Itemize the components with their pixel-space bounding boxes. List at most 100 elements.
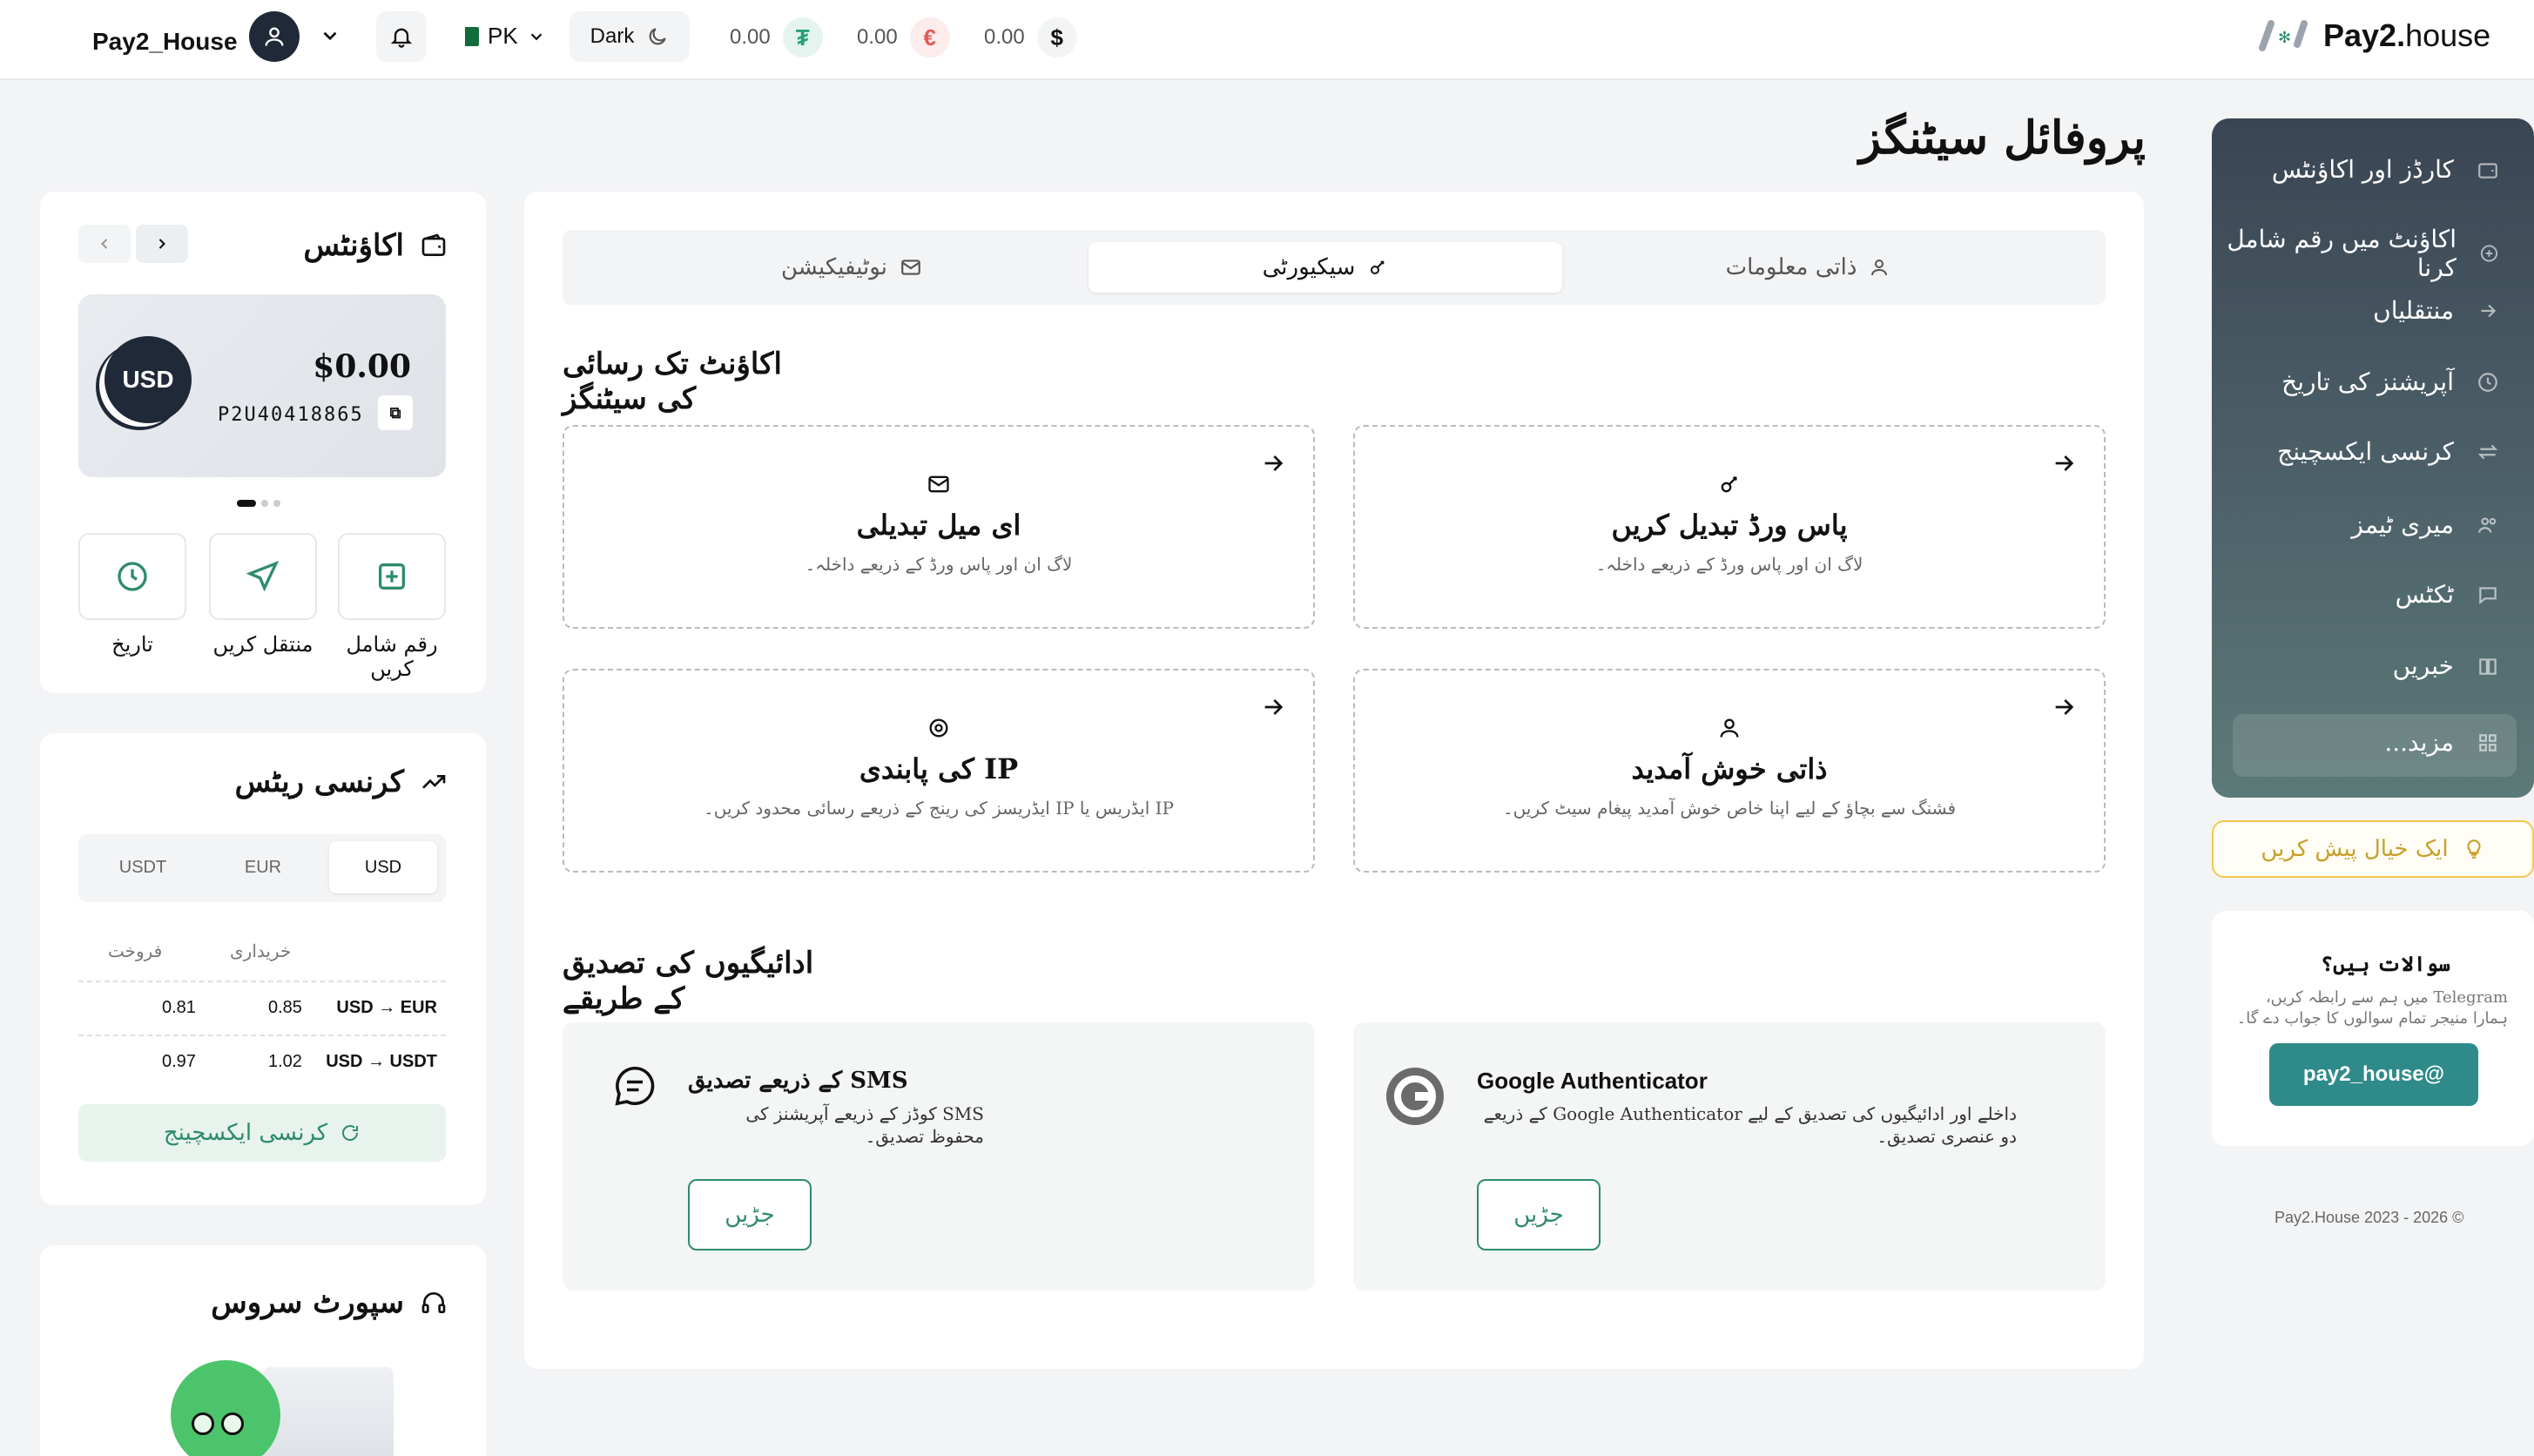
notifications-button[interactable]	[376, 11, 427, 62]
logo-text-bold: Pay2.	[2323, 17, 2406, 53]
exchange-icon	[2477, 444, 2498, 459]
avatar[interactable]	[249, 11, 300, 62]
sidebar-item-deposit[interactable]: اکاؤنٹ میں رقم شامل کرنا	[2212, 225, 2499, 282]
history-button[interactable]	[78, 533, 186, 620]
sidebar-item-exchange[interactable]: کرنسی ایکسچینج	[2277, 437, 2499, 466]
sidebar-item-teams[interactable]: میری ٹیمز	[2351, 510, 2499, 539]
sidebar-item-label: میری ٹیمز	[2351, 510, 2454, 539]
clock-icon	[118, 562, 147, 591]
sidebar-item-cards[interactable]: کارڈز اور اکاؤنٹس	[2272, 155, 2499, 184]
help-card: سوالات ہیں؟ Telegram میں ہم سے رابطہ کری…	[2212, 911, 2534, 1146]
sidebar-item-transfers[interactable]: منتقلیاں	[2373, 296, 2499, 325]
arrow-right-icon	[1264, 699, 1284, 715]
help-title: سوالات ہیں؟	[2321, 951, 2450, 976]
logo-mark-icon: ✻	[2259, 20, 2308, 51]
send-button[interactable]	[209, 533, 317, 620]
tab-eur[interactable]: EUR	[209, 841, 317, 893]
balance-value: 0.00	[984, 25, 1025, 49]
key-icon	[1721, 476, 1737, 493]
copy-icon[interactable]: ⧉	[378, 395, 413, 430]
sidebar-item-more[interactable]: مزید...	[2384, 728, 2499, 757]
tab-security[interactable]: سیکیورٹی	[1088, 242, 1562, 293]
username-label[interactable]: Pay2_House	[92, 28, 238, 56]
accounts-title: اکاؤنٹس	[303, 228, 404, 263]
add-funds-button[interactable]	[338, 533, 446, 620]
moon-icon	[650, 28, 667, 45]
user-icon	[265, 27, 284, 46]
verify-title: SMS کے ذریعے تصدیق	[688, 1068, 908, 1094]
sidebar-item-tickets[interactable]: ٹکٹس	[2396, 580, 2499, 609]
currency-rates-card: کرنسی ریٹس USD EUR USDT خریداری فروخت 0.…	[40, 733, 486, 1205]
sidebar-item-news[interactable]: خبریں	[2393, 651, 2499, 680]
prev-account-button[interactable]	[78, 225, 131, 263]
next-account-button[interactable]	[136, 225, 188, 263]
rate-pair: USD → EUR	[336, 998, 437, 1017]
headset-icon	[421, 1292, 446, 1313]
history-label: تاریخ	[111, 632, 153, 657]
arrow-right-icon	[2055, 699, 2074, 715]
connect-google-auth-button[interactable]: جڑیں	[1477, 1179, 1601, 1250]
country-selector[interactable]: PK	[460, 23, 546, 50]
change-password-card[interactable]: پاس ورڈ تبدیل کریں لاگ ان اور پاس ورڈ کے…	[1353, 425, 2106, 629]
payment-verification-heading: ادائیگیوں کی تصدیق کے طریقے	[563, 946, 814, 1016]
support-title-row: سپورٹ سروس	[211, 1285, 448, 1320]
pay2house-logo[interactable]: ✻ Pay2.house	[2257, 17, 2490, 54]
card-pager	[237, 500, 280, 507]
change-email-card[interactable]: ای میل تبدیلی لاگ ان اور پاس ورڈ کے ذریع…	[563, 425, 1315, 629]
tab-usd[interactable]: USD	[329, 841, 437, 893]
tab-usdt[interactable]: USDT	[89, 841, 197, 893]
settings-panel: ذاتی معلومات سیکیورٹی نوٹیفیکیشن اکاؤنٹ …	[524, 192, 2144, 1369]
tab-notifications[interactable]: نوٹیفیکیشن	[615, 242, 1088, 293]
balance-usd[interactable]: 0.00 $	[984, 17, 1077, 57]
personal-greeting-card[interactable]: ذاتی خوش آمدید فشنگ سے بچاؤ کے لیے اپنا …	[1353, 669, 2106, 873]
theme-toggle[interactable]: Dark	[569, 11, 690, 62]
support-title: سپورٹ سروس	[211, 1285, 404, 1320]
sidebar-item-label: منتقلیاں	[2373, 296, 2454, 325]
google-authenticator-card: Google Authenticator داخلے اور ادائیگیوں…	[1353, 1022, 2106, 1291]
wallet-icon	[421, 233, 446, 256]
card-title: IP کی پابندی	[859, 752, 1019, 785]
rate-buy: 1.02	[268, 1052, 302, 1071]
tab-label: ذاتی معلومات	[1725, 254, 1857, 280]
sidebar-item-label: کارڈز اور اکاؤنٹس	[2271, 155, 2454, 184]
country-label: PK	[488, 23, 518, 49]
message-icon	[615, 1066, 655, 1106]
tab-personal-info[interactable]: ذاتی معلومات	[1555, 242, 2060, 293]
add-funds-label: رقم شامل کریں	[346, 632, 438, 681]
chevron-down-icon[interactable]	[319, 24, 341, 47]
tab-label: نوٹیفیکیشن	[781, 254, 887, 280]
mail-icon	[901, 260, 920, 275]
exchange-label: کرنسی ایکسچینج	[163, 1120, 328, 1146]
balance-usdt[interactable]: 0.00 ₮	[730, 17, 823, 57]
sms-verification-card: SMS کے ذریعے تصدیق SMS کوڈز کے ذریعے آپر…	[563, 1022, 1315, 1291]
card-desc: فشنگ سے بچاؤ کے لیے اپنا خاص خوش آمدید پ…	[1502, 798, 1957, 819]
help-desc: Telegram میں ہم سے رابطہ کریں، ہمارا منی…	[2236, 988, 2508, 1028]
ip-restriction-card[interactable]: IP کی پابندی IP ایڈریس یا IP ایڈریسز کی …	[563, 669, 1315, 873]
connect-sms-button[interactable]: جڑیں	[688, 1179, 812, 1250]
send-label: منتقل کریں	[212, 632, 313, 657]
chat-icon	[2479, 586, 2497, 604]
pager-dot	[261, 500, 268, 507]
chevron-right-icon	[158, 239, 165, 249]
refresh-icon	[342, 1125, 359, 1141]
rates-tabs: USD EUR USDT	[78, 834, 446, 902]
account-id: P2U40418865	[218, 404, 364, 426]
theme-label: Dark	[590, 24, 635, 48]
currency-exchange-button[interactable]: کرنسی ایکسچینج	[78, 1104, 446, 1162]
svg-text:✻: ✻	[2278, 29, 2291, 46]
tether-icon: ₮	[782, 17, 823, 57]
book-icon	[2479, 657, 2497, 675]
rate-sell: 0.97	[162, 1052, 196, 1071]
suggest-idea-button[interactable]: ایک خیال پیش کریں	[2212, 820, 2534, 878]
rates-title-row: کرنسی ریٹس	[235, 765, 448, 799]
balance-eur[interactable]: 0.00 €	[857, 17, 950, 57]
euro-icon: €	[909, 17, 950, 57]
pager-dot-active	[237, 500, 256, 507]
rate-sell: 0.81	[162, 998, 196, 1017]
clock-icon	[2478, 372, 2497, 392]
sidebar-item-label: کرنسی ایکسچینج	[2277, 437, 2454, 466]
account-card[interactable]: USD $0.00 P2U40418865 ⧉	[78, 294, 446, 477]
sidebar-item-history[interactable]: آپریشنز کی تاریخ	[2281, 367, 2499, 396]
telegram-button[interactable]: pay2_house@	[2269, 1043, 2478, 1106]
account-balance: $0.00	[313, 348, 411, 385]
